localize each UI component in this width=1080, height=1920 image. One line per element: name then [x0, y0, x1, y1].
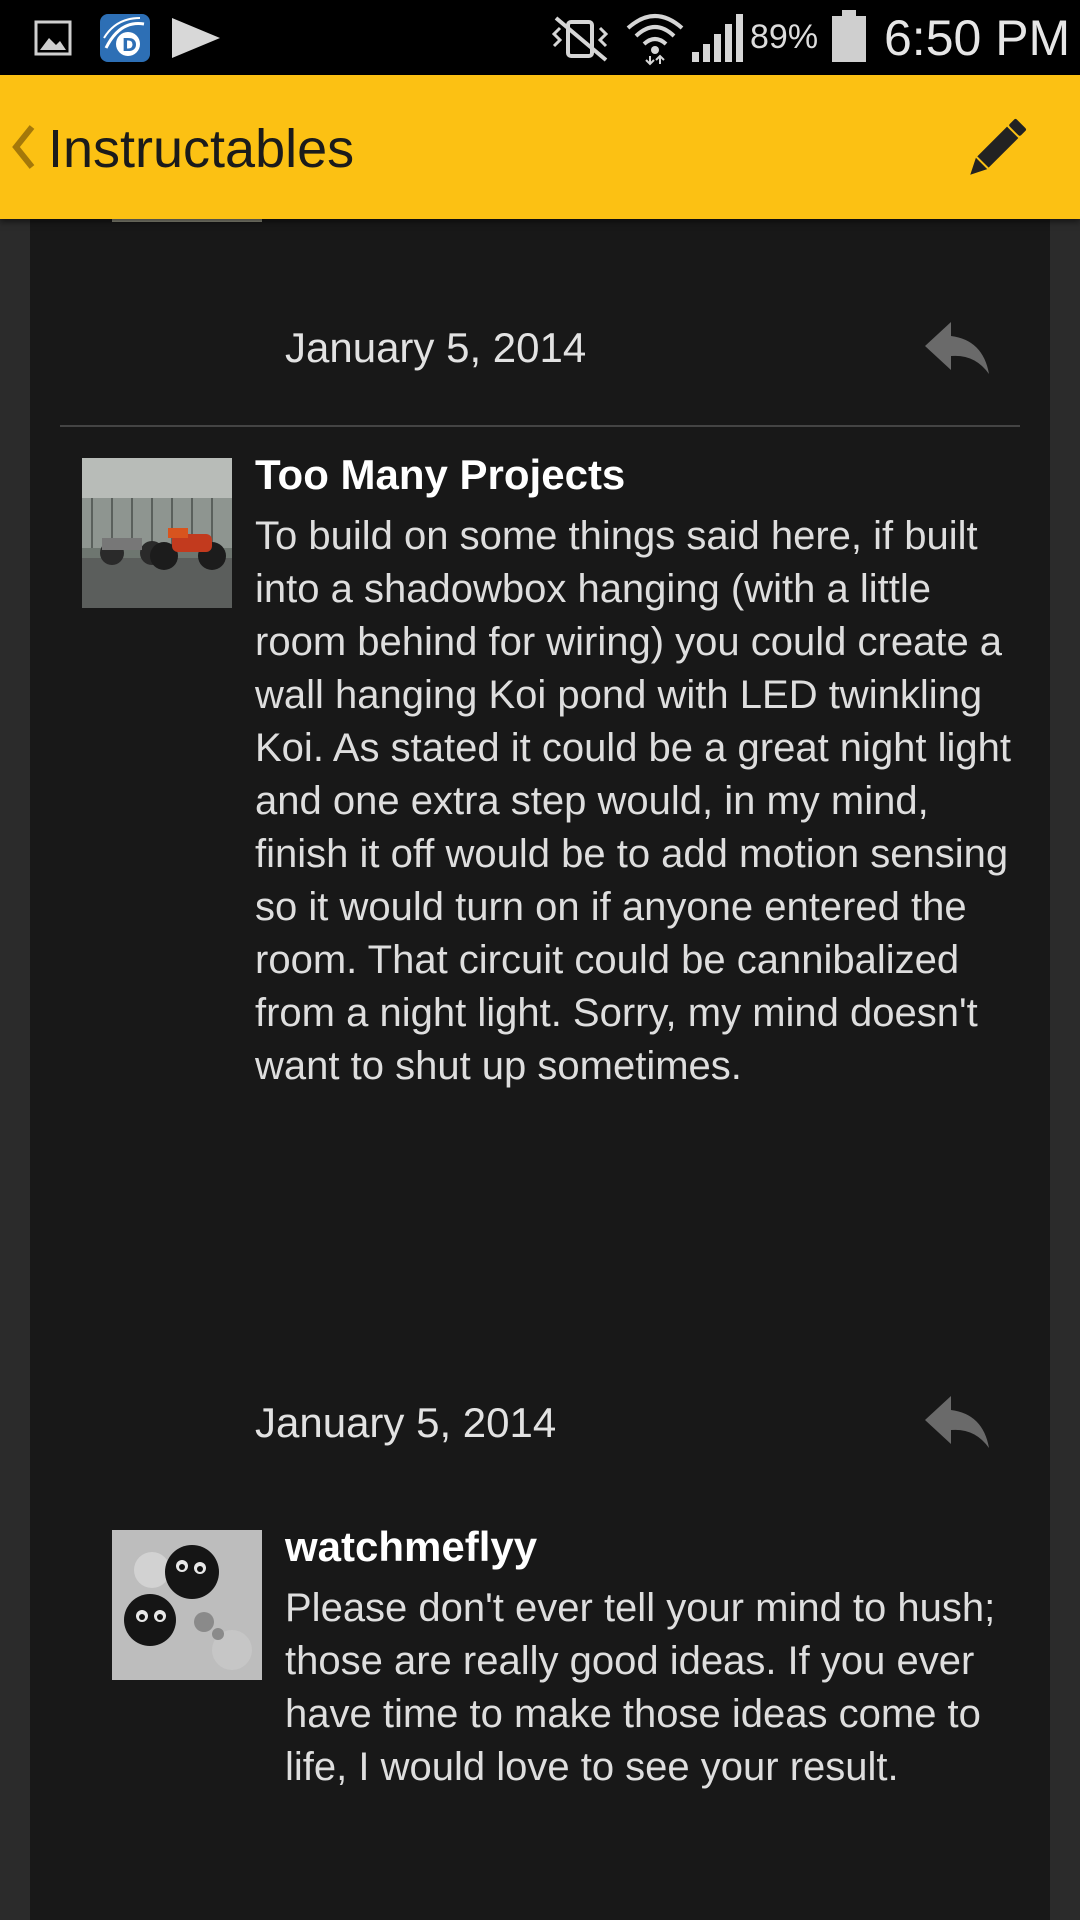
play-store-icon — [172, 18, 220, 58]
comment-author[interactable]: Too Many Projects — [255, 450, 625, 500]
comment-body: To build on some things said here, if bu… — [255, 514, 1012, 1088]
motorcycle-photo — [82, 458, 232, 608]
soot-sprites-drawing — [112, 1530, 262, 1680]
avatar[interactable] — [112, 1530, 262, 1680]
comment-date: January 5, 2014 — [255, 1399, 557, 1446]
reply-icon[interactable] — [921, 1392, 993, 1452]
status-bar: D 89% 6:50 PM — [0, 0, 1080, 75]
battery-icon — [832, 10, 866, 62]
divider — [60, 425, 1020, 427]
chevron-left-icon[interactable] — [10, 123, 36, 171]
app-title[interactable]: Instructables — [48, 117, 354, 181]
clock: 6:50 PM — [884, 10, 1071, 66]
svg-text:D: D — [122, 35, 137, 56]
comment-date: January 5, 2014 — [285, 324, 587, 371]
reply-icon[interactable] — [921, 318, 993, 378]
comment-author[interactable]: watchmeflyy — [285, 1522, 537, 1572]
comment-body: Please don't ever tell your mind to hush… — [285, 1586, 996, 1789]
signal-icon — [692, 14, 743, 62]
d-app-icon: D — [100, 14, 150, 62]
gallery-icon — [34, 20, 72, 56]
pencil-icon[interactable] — [956, 111, 1034, 189]
avatar[interactable] — [82, 458, 232, 608]
battery-percent: 89% — [750, 18, 819, 56]
wifi-icon — [626, 14, 684, 66]
vibrate-mute-icon — [551, 16, 609, 62]
app-bar: Instructables — [0, 75, 1080, 219]
screen: D 89% 6:50 PM Instructables January 5, 2… — [0, 0, 1080, 1920]
